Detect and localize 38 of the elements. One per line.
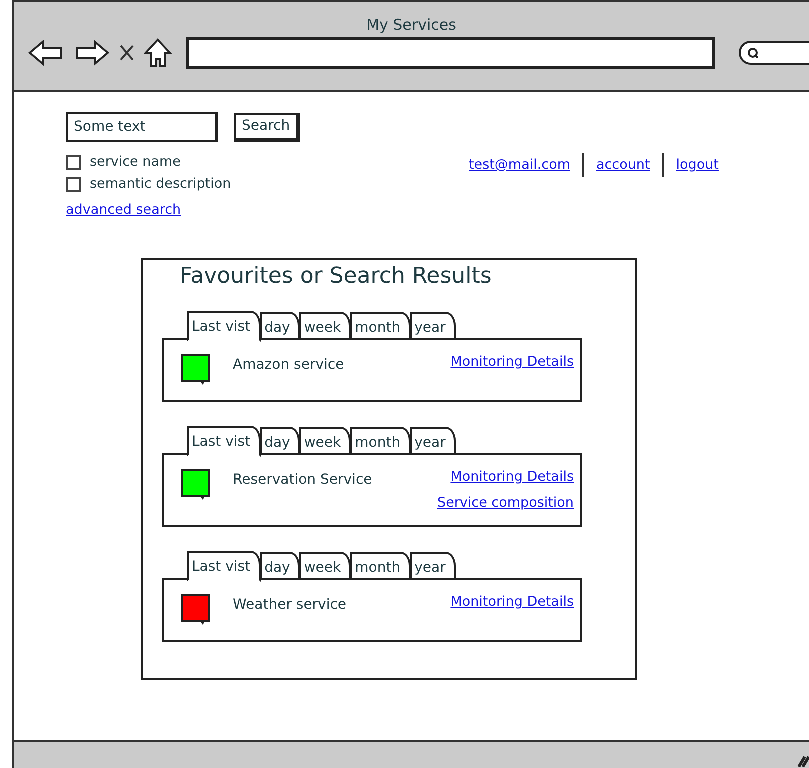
- period-tab[interactable]: Last vist: [187, 311, 261, 342]
- user-link[interactable]: test@mail.com: [469, 157, 570, 173]
- checkbox[interactable]: [66, 154, 81, 170]
- window-title: My Services: [366, 16, 456, 34]
- period-tab[interactable]: month: [350, 312, 411, 340]
- user-link[interactable]: account: [596, 157, 650, 173]
- period-tab[interactable]: year: [410, 552, 456, 580]
- user-link[interactable]: logout: [676, 157, 719, 173]
- search-field[interactable]: Some text: [66, 112, 218, 142]
- back-icon[interactable]: [28, 40, 64, 66]
- close-icon[interactable]: [120, 45, 134, 61]
- home-icon[interactable]: [144, 38, 172, 68]
- period-tab[interactable]: Last vist: [187, 551, 261, 582]
- period-tab[interactable]: week: [299, 427, 352, 455]
- search-icon: [747, 47, 759, 59]
- address-field[interactable]: [186, 37, 715, 69]
- service-name: Weather service: [233, 597, 348, 613]
- checkbox[interactable]: [66, 176, 81, 192]
- period-tab[interactable]: year: [410, 312, 456, 340]
- forward-icon[interactable]: [74, 40, 110, 66]
- service-link[interactable]: Monitoring Details: [450, 594, 574, 610]
- browser-search-field[interactable]: [739, 41, 809, 65]
- service-name: Reservation Service: [233, 472, 374, 488]
- period-tab[interactable]: month: [350, 552, 411, 580]
- panel-title: Favourites or Search Results: [180, 264, 493, 289]
- service-link[interactable]: Monitoring Details: [450, 354, 574, 370]
- search-button[interactable]: Search: [234, 112, 300, 142]
- service-link[interactable]: Service composition: [438, 495, 574, 511]
- period-tab[interactable]: month: [350, 427, 411, 455]
- period-tab[interactable]: year: [410, 427, 456, 455]
- period-tab[interactable]: week: [299, 312, 352, 340]
- service-name: Amazon service: [233, 357, 346, 373]
- checkbox-label: service name: [90, 154, 181, 170]
- advanced-search-link[interactable]: advanced search: [66, 202, 182, 218]
- period-tab[interactable]: week: [299, 552, 352, 580]
- service-link[interactable]: Monitoring Details: [450, 469, 574, 485]
- checkbox-label: semantic description: [90, 176, 232, 192]
- period-tab[interactable]: Last vist: [187, 426, 261, 457]
